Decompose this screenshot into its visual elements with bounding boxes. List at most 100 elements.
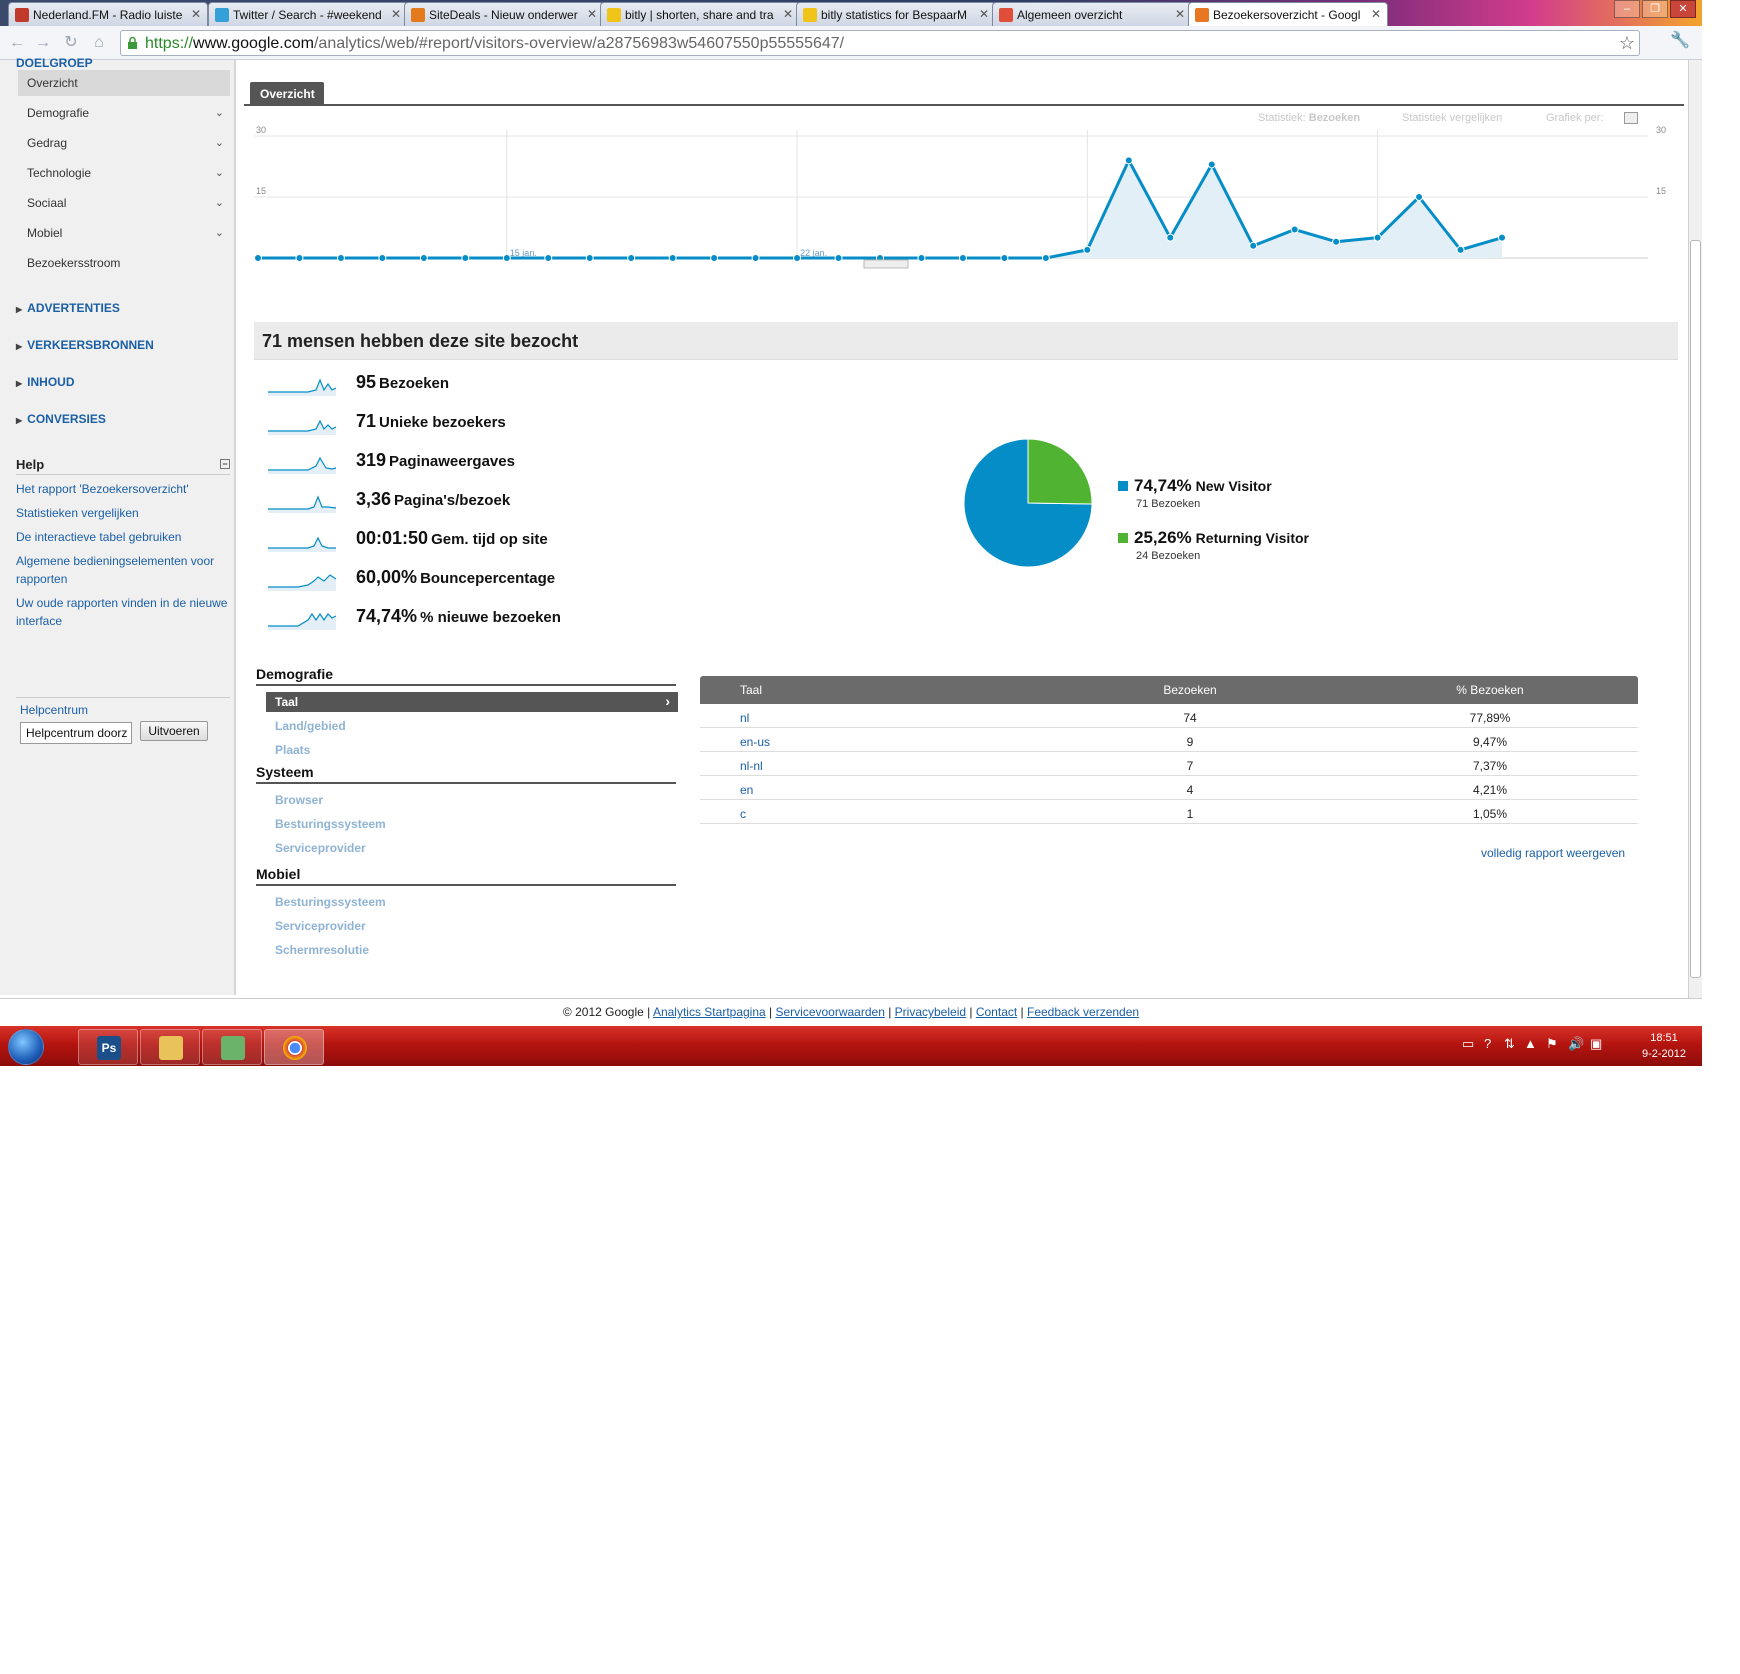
sidebar-section-advertenties[interactable]: ▶ ADVERTENTIES (16, 301, 120, 315)
cell-pct-bezoeken: 77,89% (1469, 711, 1511, 725)
sidebar-item-technologie[interactable]: Technologie ⌄ (18, 160, 230, 186)
sidebar-item-mobiel[interactable]: Mobiel ⌄ (18, 220, 230, 246)
y-tick-label-right: 30 (1656, 125, 1666, 135)
help-link[interactable]: Algemene bedieningselementen voor rappor… (16, 552, 234, 588)
taskbar-app-photoshop[interactable]: Ps (78, 1029, 138, 1065)
dimension-mobiel-serviceprovider[interactable]: Serviceprovider (266, 916, 678, 936)
back-icon[interactable]: ← (8, 34, 26, 52)
data-point (1166, 233, 1175, 242)
network-icon[interactable]: ▭ (1462, 1036, 1474, 1052)
metric-selector[interactable]: Statistiek: Bezoeken (1258, 112, 1360, 124)
clock[interactable]: 18:51 9-2-2012 (1642, 1030, 1686, 1062)
cell-taal[interactable]: nl (740, 711, 749, 725)
dimension-plaats[interactable]: Plaats (266, 740, 678, 760)
close-tab-icon[interactable]: ✕ (391, 7, 401, 21)
footer-link-startpagina[interactable]: Analytics Startpagina (653, 1005, 766, 1019)
help-link[interactable]: Het rapport 'Bezoekersoverzicht' (16, 480, 234, 498)
browser-tab[interactable]: bitly statistics for BespaarM ✕ (796, 2, 996, 26)
data-point (1207, 160, 1216, 169)
browser-tab[interactable]: SiteDeals - Nieuw onderwer ✕ (404, 2, 604, 26)
sidebar-item-overzicht[interactable]: Overzicht (18, 70, 230, 96)
table-row: en 4 4,21% (700, 776, 1638, 800)
sidebar-item-sociaal[interactable]: Sociaal ⌄ (18, 190, 230, 216)
taskbar-app-chrome[interactable] (264, 1029, 324, 1065)
help-icon[interactable]: ? (1484, 1036, 1491, 1051)
footer-link-feedback[interactable]: Feedback verzenden (1027, 1005, 1139, 1019)
sidebar-section-inhoud[interactable]: ▶ INHOUD (16, 375, 75, 389)
close-tab-icon[interactable]: ✕ (979, 7, 989, 21)
action-center-icon[interactable]: ⚑ (1546, 1036, 1558, 1052)
bookmark-star-icon[interactable]: ☆ (1619, 33, 1635, 54)
dimension-serviceprovider[interactable]: Serviceprovider (266, 838, 678, 858)
compare-metric-selector[interactable]: Statistiek vergelijken (1402, 112, 1502, 124)
updates-icon[interactable]: ⇅ (1504, 1036, 1515, 1052)
reload-icon[interactable]: ↻ (62, 34, 80, 52)
browser-tab[interactable]: Twitter / Search - #weekend ✕ (208, 2, 408, 26)
summary-bar: 71 mensen hebben deze site bezocht (254, 322, 1678, 360)
tab-overzicht[interactable]: Overzicht (250, 82, 324, 104)
browser-tab[interactable]: Nederland.FM - Radio luiste ✕ (8, 2, 208, 26)
maximize-button[interactable]: ❐ (1642, 0, 1668, 18)
close-tab-icon[interactable]: ✕ (783, 7, 793, 21)
show-hidden-icons[interactable]: ▲ (1524, 1036, 1537, 1051)
sparkline (268, 419, 337, 435)
help-link[interactable]: Uw oude rapporten vinden in de nieuwe in… (16, 594, 234, 630)
graph-type-icon[interactable] (1624, 112, 1638, 124)
browser-tab[interactable]: Algemeen overzicht ✕ (992, 2, 1192, 26)
collapse-icon[interactable]: − (220, 459, 230, 469)
dimension-group-systeem: Systeem (256, 764, 676, 784)
dimension-browser[interactable]: Browser (266, 790, 678, 810)
forward-icon[interactable]: → (34, 34, 52, 52)
footer-link-contact[interactable]: Contact (976, 1005, 1017, 1019)
dimension-taal[interactable]: Taal › (266, 692, 678, 712)
home-icon[interactable]: ⌂ (90, 34, 108, 52)
sidebar-header[interactable]: DOELGROEP (16, 56, 93, 70)
footer-link-privacybeleid[interactable]: Privacybeleid (895, 1005, 966, 1019)
cell-taal[interactable]: c (740, 807, 746, 821)
start-button[interactable] (8, 1029, 44, 1065)
dimension-besturingssysteem[interactable]: Besturingssysteem (266, 814, 678, 834)
volume-icon[interactable]: 🔊 (1568, 1036, 1584, 1052)
close-tab-icon[interactable]: ✕ (1175, 7, 1185, 21)
scrollbar-thumb[interactable] (1690, 240, 1701, 978)
browser-tab[interactable]: bitly | shorten, share and tra ✕ (600, 2, 800, 26)
data-point (1332, 237, 1341, 246)
minimize-button[interactable]: – (1614, 0, 1640, 18)
close-window-button[interactable]: ✕ (1670, 0, 1696, 18)
sidebar-section-verkeersbronnen[interactable]: ▶ VERKEERSBRONNEN (16, 338, 154, 352)
cell-taal[interactable]: en (740, 783, 753, 797)
dimension-land-gebied[interactable]: Land/gebied (266, 716, 678, 736)
close-tab-icon[interactable]: ✕ (191, 7, 201, 21)
dimension-mobiel-besturingssysteem[interactable]: Besturingssysteem (266, 892, 678, 912)
vertical-scrollbar[interactable] (1688, 60, 1702, 999)
page-content: DOELGROEP Overzicht Demografie ⌄ Gedrag ⌄ … (0, 56, 1702, 999)
address-bar[interactable]: https://www.google.com/analytics/web/#re… (120, 30, 1640, 56)
taskbar-app-explorer[interactable] (140, 1029, 200, 1065)
dimension-schermresolutie[interactable]: Schermresolutie (266, 940, 678, 960)
sidebar-item-demografie[interactable]: Demografie ⌄ (18, 100, 230, 126)
sidebar-section-conversies[interactable]: ▶ CONVERSIES (16, 412, 106, 426)
full-report-link[interactable]: volledig rapport weergeven (1481, 846, 1625, 860)
close-tab-icon[interactable]: ✕ (587, 7, 597, 21)
wrench-icon[interactable]: 🔧 (1670, 30, 1690, 50)
helpcenter-link[interactable]: Helpcentrum (20, 703, 88, 717)
taskbar-app-messenger[interactable] (202, 1029, 262, 1065)
cell-taal[interactable]: en-us (740, 735, 770, 749)
metric-value: 60,00% (356, 567, 418, 587)
sidebar-item-gedrag[interactable]: Gedrag ⌄ (18, 130, 230, 156)
close-tab-icon[interactable]: ✕ (1371, 7, 1381, 21)
windows-taskbar: Ps ▭ ? ⇅ ▲ ⚑ 🔊 ▣ 18:51 9-2-2012 (0, 1026, 1702, 1066)
tab-strip: Nederland.FM - Radio luiste ✕ Twitter / Se… (0, 0, 1702, 27)
display-icon[interactable]: ▣ (1590, 1036, 1602, 1052)
favicon-icon (215, 8, 229, 22)
footer-link-servicevoorwaarden[interactable]: Servicevoorwaarden (775, 1005, 884, 1019)
browser-tab[interactable]: Bezoekersoverzicht - Googl ✕ (1188, 2, 1388, 27)
expand-triangle-icon: ▶ (16, 305, 23, 314)
help-link[interactable]: Statistieken vergelijken (16, 504, 234, 522)
helpcenter-submit-button[interactable]: Uitvoeren (140, 721, 208, 741)
helpcenter-search-input[interactable]: Helpcentrum doorz (20, 722, 132, 744)
cell-taal[interactable]: nl-nl (740, 759, 763, 773)
sidebar-item-bezoekersstroom[interactable]: Bezoekersstroom (18, 250, 230, 276)
help-link[interactable]: De interactieve tabel gebruiken (16, 528, 234, 546)
table-row: nl-nl 7 7,37% (700, 752, 1638, 776)
